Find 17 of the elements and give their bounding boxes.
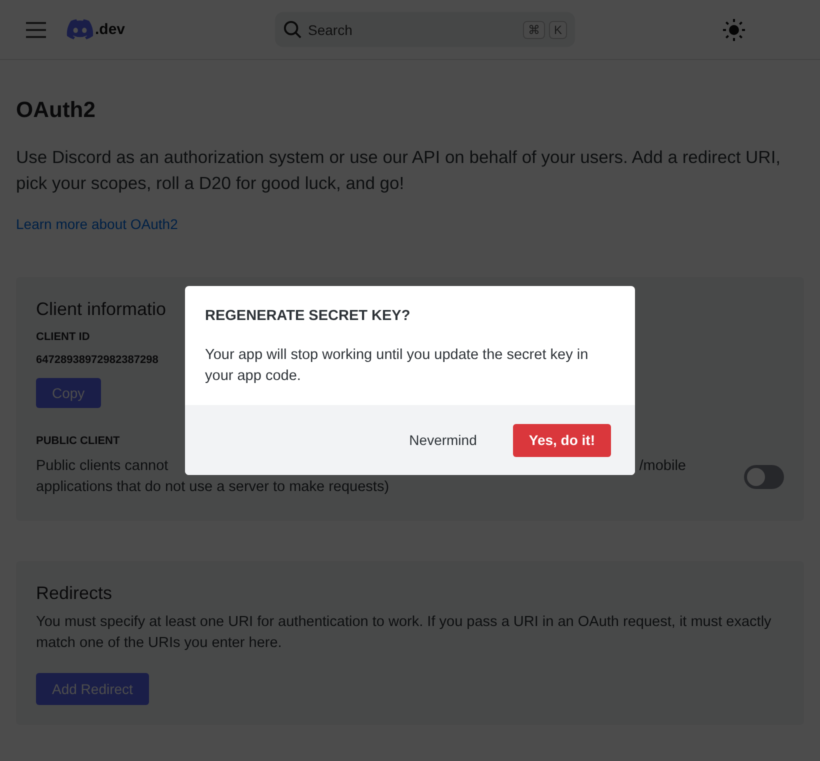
card-title: Client informatio xyxy=(36,298,166,321)
dialog-message: Your app will stop working until you update the secret key in your app code. xyxy=(205,346,590,386)
page-description: Use Discord as an authorization system or use our API on behalf of your users. Add a redirect URI, pick your scopes, roll a D20 for good luck, and go! xyxy=(16,146,782,195)
confirm-button[interactable]: Yes, do it! xyxy=(512,424,611,456)
public-client-description: Public clients cannot xyxy=(36,457,168,476)
public-client-description: applications that do not use a server to make requests) xyxy=(36,478,390,497)
page-title: OAuth2 xyxy=(16,96,96,124)
redirects-description: You must specify at least one URI for authentication to work. If you pass a URI in an OAuth request, it must exactly match one of the URIs you enter here. xyxy=(36,613,772,653)
client-id-label: CLIENT ID xyxy=(36,330,90,344)
card-title: Redirects xyxy=(36,582,112,605)
dialog-title: REGENERATE SECRET KEY? xyxy=(205,307,412,326)
nevermind-button[interactable]: Nevermind xyxy=(389,424,497,456)
public-client-description: /mobile xyxy=(639,457,686,476)
public-client-label: PUBLIC CLIENT xyxy=(36,434,120,448)
search-placeholder: Search xyxy=(308,22,354,38)
client-id-value: 64728938972982387298 xyxy=(36,353,158,367)
logo-text: .dev xyxy=(95,21,126,38)
